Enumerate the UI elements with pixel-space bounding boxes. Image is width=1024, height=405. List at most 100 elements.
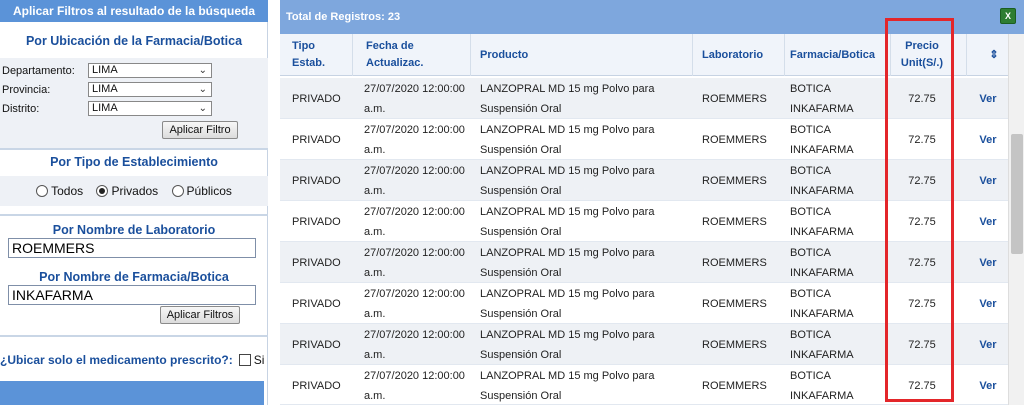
- cell-farmacia: BOTICA INKAFARMA: [790, 82, 854, 115]
- header-laboratorio[interactable]: Laboratorio: [702, 34, 782, 76]
- cell-fecha: 27/07/2020 12:00:00 a.m.: [364, 123, 465, 156]
- radio-publicos[interactable]: Públicos: [171, 184, 232, 198]
- prescrito-row: ¿Ubicar solo el medicamento prescrito?: S…: [0, 353, 268, 367]
- column-divider: [470, 34, 471, 76]
- filter-panel: Aplicar Filtros al resultado de la búsqu…: [0, 0, 268, 405]
- laboratorio-title: Por Nombre de Laboratorio: [52, 223, 216, 237]
- ver-link[interactable]: Ver: [970, 78, 1006, 119]
- cell-producto: LANZOPRAL MD 15 mg Polvo para Suspensión…: [480, 328, 655, 361]
- cell-tipo: PRIVADO: [292, 338, 341, 351]
- column-divider: [692, 34, 693, 76]
- cell-farmacia: BOTICA INKAFARMA: [790, 205, 854, 238]
- departamento-label: Departamento:: [2, 65, 75, 77]
- radio-icon: [36, 185, 49, 197]
- distrito-select[interactable]: LIMA ⌄: [88, 101, 212, 116]
- cell-fecha: 27/07/2020 12:00:00 a.m.: [364, 205, 465, 238]
- divider: [0, 335, 268, 337]
- provincia-select[interactable]: LIMA ⌄: [88, 82, 212, 97]
- prescrito-checkbox[interactable]: [238, 354, 251, 366]
- header-farmacia[interactable]: Farmacia/Botica: [790, 34, 890, 76]
- cell-tipo: PRIVADO: [292, 297, 341, 310]
- divider: [0, 148, 268, 150]
- aplicar-filtros-button[interactable]: Aplicar Filtros: [160, 306, 240, 324]
- column-divider: [352, 34, 353, 76]
- excel-icon[interactable]: X: [1000, 8, 1016, 24]
- cell-laboratorio: ROEMMERS: [702, 297, 767, 310]
- cell-fecha: 27/07/2020 12:00:00 a.m.: [364, 287, 465, 320]
- departamento-select[interactable]: LIMA ⌄: [88, 63, 212, 78]
- radio-privados-label: Privados: [111, 184, 159, 198]
- distrito-value: LIMA: [92, 102, 118, 114]
- cell-producto: LANZOPRAL MD 15 mg Polvo para Suspensión…: [480, 123, 655, 156]
- scrollbar-thumb[interactable]: [1011, 134, 1023, 254]
- radio-icon: [171, 185, 184, 197]
- cell-tipo: PRIVADO: [292, 174, 341, 187]
- ver-link[interactable]: Ver: [970, 160, 1006, 201]
- cell-laboratorio: ROEMMERS: [702, 92, 767, 105]
- ver-link[interactable]: Ver: [970, 242, 1006, 283]
- establecimiento-title: Por Tipo de Establecimiento: [50, 155, 218, 169]
- cell-fecha: 27/07/2020 12:00:00 a.m.: [364, 82, 465, 115]
- laboratorio-input[interactable]: ROEMMERS: [8, 238, 256, 258]
- cell-producto: LANZOPRAL MD 15 mg Polvo para Suspensión…: [480, 205, 655, 238]
- header-fecha[interactable]: Fecha de Actualizac.: [366, 34, 466, 76]
- cell-farmacia: BOTICA INKAFARMA: [790, 123, 854, 156]
- radio-publicos-label: Públicos: [186, 184, 232, 198]
- chevron-down-icon: ⌄: [198, 65, 207, 76]
- cell-tipo: PRIVADO: [292, 92, 341, 105]
- cell-producto: LANZOPRAL MD 15 mg Polvo para Suspensión…: [480, 82, 655, 115]
- cell-farmacia: BOTICA INKAFARMA: [790, 287, 854, 320]
- page: Aplicar Filtros al resultado de la búsqu…: [0, 0, 1024, 405]
- cell-producto: LANZOPRAL MD 15 mg Polvo para Suspensión…: [480, 369, 655, 402]
- ver-link[interactable]: Ver: [970, 365, 1006, 405]
- cell-fecha: 27/07/2020 12:00:00 a.m.: [364, 328, 465, 361]
- total-registros: Total de Registros: 23: [286, 11, 401, 23]
- cell-tipo: PRIVADO: [292, 133, 341, 146]
- aplicar-filtro-button[interactable]: Aplicar Filtro: [162, 121, 238, 139]
- cell-producto: LANZOPRAL MD 15 mg Polvo para Suspensión…: [480, 287, 655, 320]
- ver-link[interactable]: Ver: [970, 324, 1006, 365]
- header-producto[interactable]: Producto: [480, 34, 680, 76]
- cell-laboratorio: ROEMMERS: [702, 174, 767, 187]
- radio-todos-label: Todos: [51, 184, 84, 198]
- chevron-down-icon: ⌄: [198, 84, 207, 95]
- price-column-highlight: [885, 18, 954, 402]
- farmacia-title: Por Nombre de Farmacia/Botica: [39, 270, 229, 284]
- header-tipo[interactable]: Tipo Estab.: [292, 34, 352, 76]
- radio-privados[interactable]: Privados: [96, 184, 158, 198]
- cell-tipo: PRIVADO: [292, 215, 341, 228]
- prescrito-option-label: Si: [253, 353, 265, 367]
- departamento-value: LIMA: [92, 64, 118, 76]
- prescrito-question: ¿Ubicar solo el medicamento prescrito?:: [0, 353, 233, 367]
- cell-fecha: 27/07/2020 12:00:00 a.m.: [364, 164, 465, 197]
- radio-todos[interactable]: Todos: [36, 184, 83, 198]
- cell-fecha: 27/07/2020 12:00:00 a.m.: [364, 369, 465, 402]
- cell-farmacia: BOTICA INKAFARMA: [790, 369, 854, 402]
- chevron-down-icon: ⌄: [198, 103, 207, 114]
- cell-farmacia: BOTICA INKAFARMA: [790, 328, 854, 361]
- cell-laboratorio: ROEMMERS: [702, 215, 767, 228]
- distrito-label: Distrito:: [2, 103, 40, 115]
- provincia-label: Provincia:: [2, 84, 51, 96]
- divider: [0, 214, 268, 216]
- cell-laboratorio: ROEMMERS: [702, 133, 767, 146]
- column-divider: [966, 34, 967, 76]
- ver-link[interactable]: Ver: [970, 201, 1006, 242]
- provincia-value: LIMA: [92, 83, 118, 95]
- sort-icon[interactable]: ⇕: [980, 34, 1008, 76]
- cell-farmacia: BOTICA INKAFARMA: [790, 164, 854, 197]
- filter-panel-title: Aplicar Filtros al resultado de la búsqu…: [0, 0, 268, 22]
- establecimiento-radio-group: Todos Privados Públicos: [0, 184, 268, 198]
- filter-panel-footer: [0, 381, 264, 405]
- vertical-scrollbar[interactable]: [1008, 34, 1024, 405]
- ubicacion-title: Por Ubicación de la Farmacia/Botica: [25, 34, 243, 48]
- cell-tipo: PRIVADO: [292, 379, 341, 392]
- column-divider: [784, 34, 785, 76]
- cell-farmacia: BOTICA INKAFARMA: [790, 246, 854, 279]
- cell-laboratorio: ROEMMERS: [702, 338, 767, 351]
- farmacia-input[interactable]: INKAFARMA: [8, 285, 256, 305]
- cell-producto: LANZOPRAL MD 15 mg Polvo para Suspensión…: [480, 164, 655, 197]
- ver-link[interactable]: Ver: [970, 283, 1006, 324]
- ver-link[interactable]: Ver: [970, 119, 1006, 160]
- cell-laboratorio: ROEMMERS: [702, 256, 767, 269]
